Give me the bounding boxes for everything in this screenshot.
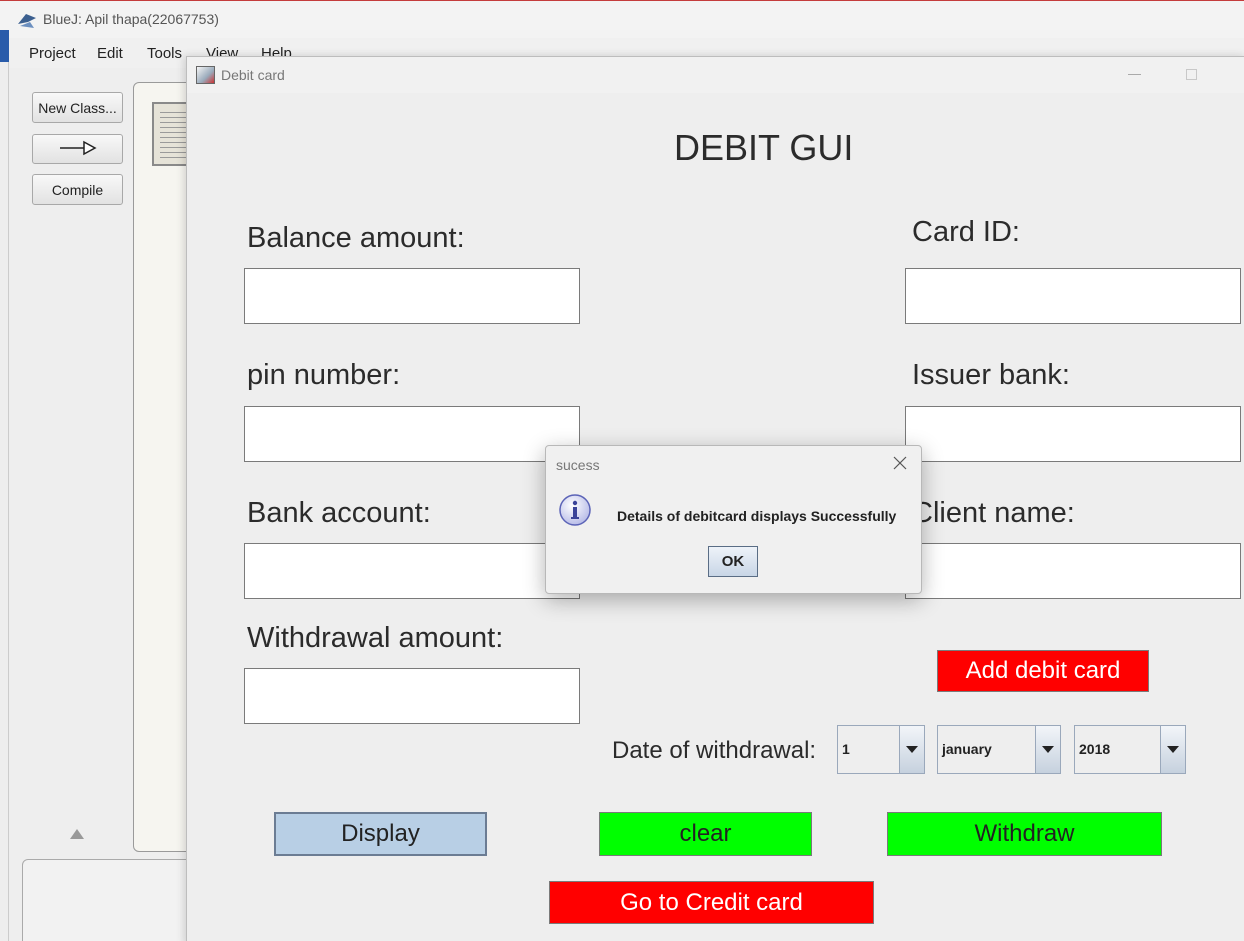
info-icon (559, 494, 591, 526)
chevron-down-icon (906, 746, 918, 753)
month-select-value: january (942, 741, 992, 757)
maximize-button[interactable] (1186, 69, 1197, 80)
year-dropdown-button[interactable] (1160, 726, 1185, 773)
balance-amount-input[interactable] (244, 268, 580, 324)
minimize-button[interactable] (1128, 74, 1141, 75)
menu-edit[interactable]: Edit (97, 45, 123, 62)
pin-number-label: pin number: (247, 359, 401, 391)
arrow-tool-button[interactable] (32, 134, 123, 164)
withdrawal-amount-input[interactable] (244, 668, 580, 724)
bluej-logo-icon (18, 14, 36, 28)
bank-account-input[interactable] (244, 543, 580, 599)
bluej-titlebar: BlueJ: Apil thapa(22067753) (0, 0, 1244, 37)
month-select[interactable]: january (937, 725, 1061, 774)
success-dialog: sucess Details of debitcard displays Suc… (545, 445, 922, 594)
bluej-window-title: BlueJ: Apil thapa(22067753) (43, 11, 219, 27)
window-edge-accent (0, 30, 9, 62)
bank-account-label: Bank account: (247, 497, 431, 529)
menu-tools[interactable]: Tools (147, 45, 182, 62)
month-dropdown-button[interactable] (1035, 726, 1060, 773)
balance-amount-label: Balance amount: (247, 222, 465, 254)
display-button[interactable]: Display (274, 812, 487, 856)
date-of-withdrawal-label: Date of withdrawal: (612, 737, 817, 764)
page-title: DEBIT GUI (674, 127, 854, 168)
close-icon[interactable] (891, 454, 909, 472)
debit-titlebar: Debit card (187, 57, 1244, 93)
year-select-value: 2018 (1079, 741, 1111, 757)
inheritance-arrow-icon (59, 140, 97, 155)
new-class-button[interactable]: New Class... (32, 92, 123, 123)
dialog-message: Details of debitcard displays Successful… (617, 508, 897, 524)
issuer-bank-label: Issuer bank: (912, 359, 1070, 391)
withdrawal-amount-label: Withdrawal amount: (247, 622, 504, 654)
issuer-bank-input[interactable] (905, 406, 1241, 462)
compile-button[interactable]: Compile (32, 174, 123, 205)
year-select[interactable]: 2018 (1074, 725, 1186, 774)
dialog-title: sucess (556, 457, 600, 473)
card-id-input[interactable] (905, 268, 1241, 324)
day-dropdown-button[interactable] (899, 726, 924, 773)
chevron-down-icon (1042, 746, 1054, 753)
clear-button[interactable]: clear (599, 812, 812, 856)
add-debit-card-button[interactable]: Add debit card (937, 650, 1149, 692)
day-select[interactable]: 1 (837, 725, 925, 774)
pin-number-input[interactable] (244, 406, 580, 462)
expand-up-icon[interactable] (70, 829, 84, 839)
debit-window-title: Debit card (221, 67, 285, 83)
day-select-value: 1 (842, 741, 850, 757)
client-name-label: Client name: (912, 497, 1075, 529)
ok-button[interactable]: OK (708, 546, 758, 577)
chevron-down-icon (1167, 746, 1179, 753)
go-to-credit-card-button[interactable]: Go to Credit card (549, 881, 874, 924)
java-app-icon (196, 66, 215, 84)
bluej-left-strip (0, 62, 9, 941)
card-id-label: Card ID: (912, 216, 1020, 248)
client-name-input[interactable] (905, 543, 1241, 599)
menu-project[interactable]: Project (29, 45, 76, 62)
withdraw-button[interactable]: Withdraw (887, 812, 1162, 856)
